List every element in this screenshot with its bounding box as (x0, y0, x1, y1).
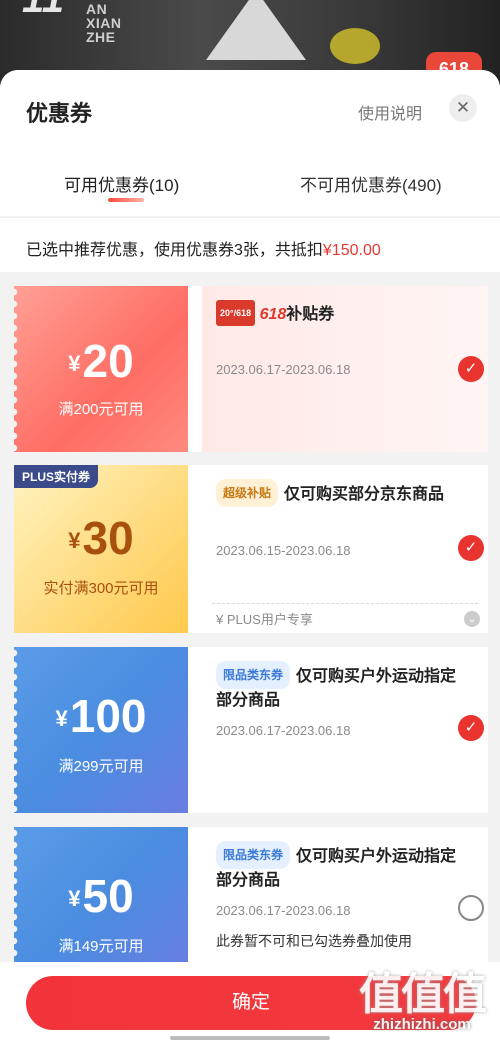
coupon-checkbox-checked[interactable]: ✓ (458, 715, 484, 741)
coupon-value-panel: ¥30 实付满300元可用 (14, 465, 188, 633)
yen-circle-icon: ¥ (216, 612, 224, 627)
coupon-value-panel: ¥100 满299元可用 (14, 647, 188, 813)
tab-unavailable[interactable]: 不可用优惠券(490) (300, 171, 442, 196)
coupon-checkbox-checked[interactable]: ✓ (458, 356, 484, 382)
coupon-card[interactable]: ¥100 满299元可用 限品类东券 仅可购买户外运动指定部分商品 2023.06… (14, 647, 488, 813)
coupon-title: 补贴券 (286, 306, 335, 323)
coupon-value: 50 (82, 870, 134, 922)
coupon-tag: 超级补贴 (216, 479, 279, 507)
summary-amount: ¥150.00 (322, 242, 381, 259)
close-button[interactable]: ✕ (449, 94, 477, 122)
coupon-date: 2023.06.17-2023.06.18 (216, 362, 351, 377)
usage-help-link[interactable]: 使用说明 (358, 100, 422, 124)
coupon-date: 2023.06.15-2023.06.18 (216, 543, 351, 558)
chevron-down-icon[interactable]: ⌄ (464, 611, 480, 627)
coupon-value-panel: ¥50 满149元可用 (14, 827, 188, 977)
coupon-tag: 限品类东券 (216, 661, 291, 689)
coupon-condition: 满149元可用 (58, 938, 144, 955)
banner-decoration-yellow (330, 28, 380, 64)
coupon-card[interactable]: PLUS实付券 ¥30 实付满300元可用 超级补贴 仅可购买部分京东商品 202… (14, 465, 488, 633)
coupon-condition: 实付满300元可用 (43, 580, 159, 597)
coupon-value: 20 (82, 335, 134, 387)
coupon-condition: 满299元可用 (58, 758, 144, 775)
coupon-badge: 20°/618 (216, 300, 256, 326)
coupon-title: 仅可购买部分京东商品 (284, 486, 445, 503)
check-icon: ✓ (464, 360, 478, 377)
coupon-618-badge: 618 (259, 306, 287, 323)
coupon-value: 100 (69, 690, 147, 742)
banner-decoration (206, 0, 306, 60)
coupon-date: 2023.06.17-2023.06.18 (216, 723, 351, 738)
coupon-card[interactable]: ¥50 满149元可用 限品类东券 仅可购买户外运动指定部分商品 2023.06.… (14, 827, 488, 977)
tab-available[interactable]: 可用优惠券(10) (64, 171, 179, 196)
selection-summary: 已选中推荐优惠，使用优惠券3张，共抵扣¥150.00 (0, 217, 500, 272)
active-tab-indicator (108, 198, 144, 202)
site-watermark: 值值值 zhizhizhi.com (359, 970, 487, 1033)
divider (212, 603, 478, 604)
plus-exclusive-label: PLUS用户专享 (226, 612, 313, 627)
sheet-header: 优惠券 使用说明 ✕ 可用优惠券(10) 不可用优惠券(490) (0, 70, 500, 216)
coupon-value: 30 (82, 512, 134, 564)
plus-badge: PLUS实付券 (14, 465, 99, 488)
coupon-checkbox-checked[interactable]: ✓ (458, 535, 484, 561)
home-indicator (170, 1036, 330, 1040)
coupon-checkbox-unchecked[interactable] (458, 895, 484, 921)
summary-text: 已选中推荐优惠，使用优惠券3张，共抵扣 (26, 242, 323, 259)
close-icon: ✕ (455, 98, 471, 117)
coupon-tag: 限品类东券 (216, 841, 291, 869)
check-icon: ✓ (464, 719, 478, 736)
page-title: 优惠券 (26, 101, 93, 126)
coupon-value-panel: ¥20 满200元可用 (14, 286, 188, 452)
coupon-date: 2023.06.17-2023.06.18 (216, 903, 351, 918)
coupon-condition: 满200元可用 (58, 401, 144, 418)
check-icon: ✓ (464, 539, 478, 556)
coupon-card[interactable]: ¥20 满200元可用 20°/618 618补贴券 2023.06.17-20… (14, 286, 488, 452)
coupon-conflict-note: 此券暂不可和已勾选券叠加使用 (216, 933, 412, 949)
